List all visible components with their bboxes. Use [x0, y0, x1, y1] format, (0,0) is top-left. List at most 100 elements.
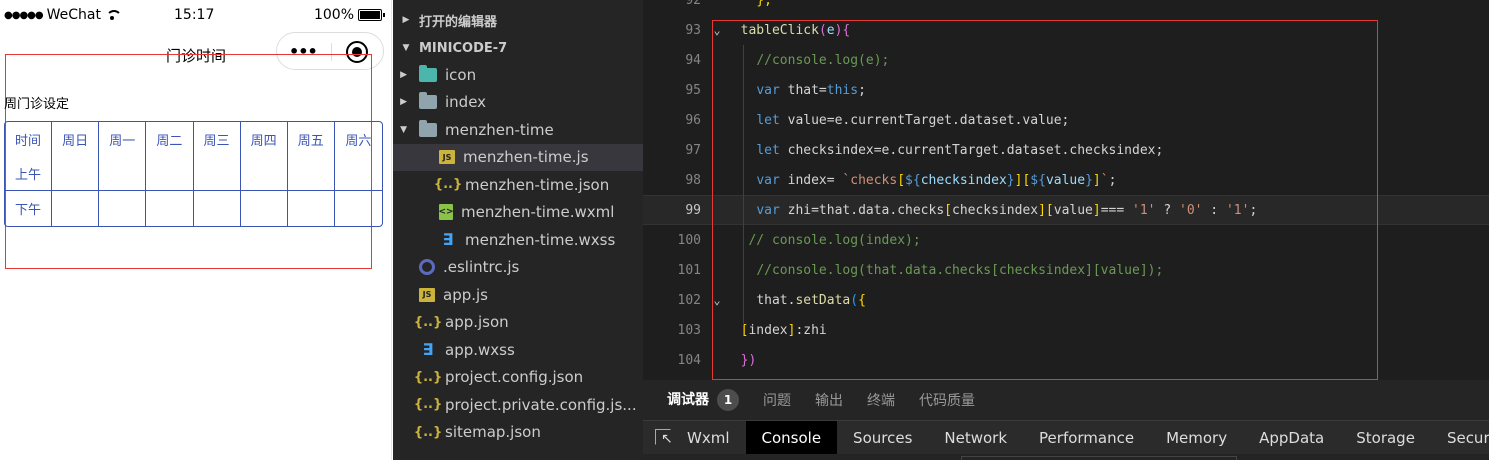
js-file-icon: JS — [439, 150, 455, 164]
schedule-cell[interactable] — [146, 191, 194, 226]
folder-item[interactable]: ▼ menzhen-time — [393, 116, 643, 143]
line-number: 92 — [685, 0, 701, 8]
table-header-day: 周一 — [99, 122, 147, 156]
devtools-tab[interactable]: Sources — [837, 421, 928, 454]
file-item[interactable]: {..} sitemap.json — [393, 419, 643, 446]
schedule-cell[interactable] — [52, 156, 100, 191]
line-number: 97 — [685, 142, 701, 158]
schedule-cell[interactable] — [52, 191, 100, 226]
section-open-editors[interactable]: ▶ 打开的编辑器 — [393, 6, 643, 34]
phone-simulator: ●●●●● WeChat 15:17 100% 门诊时间 ••• 周门诊设定 时… — [0, 0, 392, 460]
tree-item-label: menzhen-time.js — [463, 148, 589, 166]
schedule-cell[interactable] — [99, 156, 147, 191]
file-item[interactable]: ∃ app.wxss — [393, 336, 643, 363]
file-item[interactable]: {..} project.private.config.js... — [393, 391, 643, 418]
line-number: 95 — [685, 82, 701, 98]
line-number: 104 — [677, 352, 701, 368]
tree-item-label: sitemap.json — [445, 423, 541, 441]
devtools-tab[interactable]: AppData — [1243, 421, 1340, 454]
eslint-file-icon — [419, 259, 435, 275]
line-number: 96 — [685, 112, 701, 128]
schedule-cell[interactable] — [288, 191, 335, 226]
file-item[interactable]: {..} menzhen-time.json — [393, 171, 643, 198]
file-item[interactable]: {..} app.json — [393, 309, 643, 336]
json-file-icon: {..} — [413, 424, 443, 440]
panel-tab[interactable]: 代码质量 — [919, 390, 975, 410]
panel-tab[interactable]: 终端 — [867, 390, 895, 410]
panel-tab-label: 终端 — [867, 393, 895, 409]
devtools-tab[interactable]: Network — [928, 421, 1023, 454]
devtools-tab[interactable]: Security — [1431, 421, 1489, 454]
json-file-icon: {..} — [413, 369, 443, 385]
css-file-icon: ∃ — [422, 340, 434, 359]
file-item[interactable]: JS app.js — [393, 281, 643, 308]
js-file-icon: JS — [419, 287, 435, 302]
devtools-tab[interactable]: Wxml — [671, 421, 746, 454]
schedule-cell[interactable] — [194, 191, 241, 226]
folder-icon — [419, 64, 437, 82]
schedule-cell[interactable] — [99, 191, 147, 226]
panel-tab[interactable]: 输出 — [815, 390, 843, 410]
tree-item-label: project.private.config.js... — [445, 395, 637, 414]
file-item[interactable]: .eslintrc.js — [393, 254, 643, 281]
signal-icon: ●●●●● — [4, 9, 44, 21]
code-line[interactable]: 92 }, — [643, 0, 1489, 15]
panel-tab[interactable]: 问题 — [763, 390, 791, 410]
table-header-row: 时间 周日 周一 周二 周三 周四 周五 周六 — [5, 122, 382, 156]
json-file-icon: {..} — [433, 177, 463, 192]
schedule-cell[interactable] — [334, 156, 382, 191]
row-label: 下午 — [5, 191, 53, 226]
section-project[interactable]: ▼ MINICODE-7 — [393, 34, 643, 62]
battery-icon — [358, 9, 385, 21]
wifi-icon — [105, 10, 122, 20]
table-header-day: 周日 — [52, 122, 100, 156]
devtools-content-edge — [643, 454, 1489, 460]
line-number: 93 — [685, 22, 701, 38]
line-number: 98 — [685, 172, 701, 188]
schedule-cell[interactable] — [241, 191, 288, 226]
schedule-cell[interactable] — [240, 156, 288, 191]
tree-item-label: index — [445, 93, 487, 111]
devtools-tab[interactable]: Performance — [1023, 421, 1150, 454]
schedule-cell[interactable] — [287, 156, 335, 191]
devtools-tab[interactable]: Memory — [1150, 421, 1243, 454]
json-file-icon: {..} — [413, 397, 443, 412]
folder-item[interactable]: ▶ index — [393, 89, 643, 116]
schedule-cell[interactable] — [146, 156, 194, 191]
tree-item-label: app.wxss — [445, 340, 515, 359]
tree-item-label: menzhen-time.wxss — [465, 230, 616, 249]
folder-item[interactable]: ▶ icon — [393, 61, 643, 88]
tree-item-label: menzhen-time.wxml — [461, 203, 615, 221]
tree-item-label: app.json — [445, 313, 509, 331]
table-header-day: 周六 — [345, 133, 372, 149]
tree-item-label: icon — [445, 65, 477, 84]
file-item[interactable]: {..} project.config.json — [393, 364, 643, 391]
code-text: }, — [725, 0, 772, 8]
count-badge: 1 — [717, 389, 739, 411]
carrier-label: WeChat — [46, 7, 101, 23]
file-item[interactable]: JS menzhen-time.js — [393, 143, 643, 171]
battery-percent: 100% — [313, 7, 354, 23]
line-number: 102 — [677, 292, 701, 308]
highlight-box — [712, 20, 1378, 380]
devtools-tab[interactable]: Console — [745, 421, 838, 454]
chevron-right-icon: ▶ — [400, 97, 407, 107]
tree-item-label: project.config.json — [445, 368, 584, 386]
code-token: }, — [756, 0, 772, 8]
panel-tab-label: 问题 — [763, 393, 791, 409]
table-header-day: 周四 — [241, 122, 288, 156]
panel-tab[interactable]: 调试器 1 — [667, 389, 739, 411]
schedule-cell[interactable] — [193, 156, 241, 191]
devtools-tab[interactable]: Storage — [1340, 421, 1431, 454]
line-number: 101 — [677, 262, 701, 278]
file-item[interactable]: <> menzhen-time.wxml — [393, 199, 643, 226]
schedule-cell[interactable] — [335, 191, 382, 226]
chevron-down-icon: ▼ — [402, 43, 410, 53]
css-file-icon: ∃ — [442, 230, 454, 249]
section-project-label: MINICODE-7 — [419, 40, 508, 56]
file-item[interactable]: ∃ menzhen-time.wxss — [393, 226, 643, 253]
table-row: 上午 — [5, 156, 382, 191]
panel-tab-label: 代码质量 — [919, 393, 975, 409]
panel-tab-label: 输出 — [815, 393, 843, 409]
